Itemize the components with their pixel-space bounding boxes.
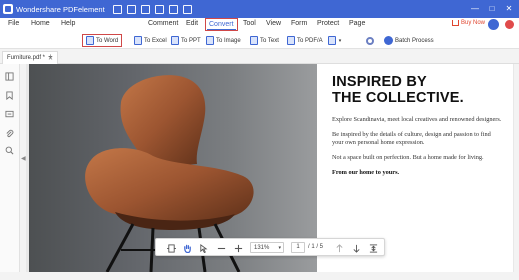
maximize-button[interactable]: □ xyxy=(487,4,497,14)
zoom-level-value: 131% xyxy=(254,244,270,251)
zoom-out-icon[interactable] xyxy=(216,243,226,253)
menu-form[interactable]: Form xyxy=(291,20,307,27)
to-ppt-label: To PPT xyxy=(181,37,201,44)
select-tool-icon[interactable] xyxy=(198,243,208,253)
batch-process-button[interactable]: Batch Process xyxy=(381,34,437,47)
chevron-down-icon[interactable]: ▾ xyxy=(339,38,342,44)
menu-view[interactable]: View xyxy=(266,20,281,27)
menu-edit[interactable]: Edit xyxy=(186,20,198,27)
cart-icon xyxy=(452,20,459,26)
paragraph-1: Explore Scandinavia, meet local creative… xyxy=(332,116,502,123)
paragraph-2: Be inspired by the details of culture, d… xyxy=(332,131,491,146)
share-icon[interactable] xyxy=(154,4,164,14)
search-icon[interactable] xyxy=(5,146,14,155)
app-logo-icon xyxy=(3,4,13,14)
to-pdfa-label: To PDF/A xyxy=(297,37,323,44)
menu-page[interactable]: Page xyxy=(349,20,365,27)
headline-line-1: INSPIRED BY xyxy=(332,74,427,90)
menu-help[interactable]: Help xyxy=(61,20,75,27)
title-bar: Wondershare PDFelement — □ ✕ xyxy=(0,0,519,18)
to-text-button[interactable]: To Text xyxy=(247,34,282,47)
to-word-label: To Word xyxy=(96,37,119,44)
word-icon xyxy=(86,36,94,45)
batch-icon xyxy=(384,36,393,45)
menu-file[interactable]: File xyxy=(8,20,19,27)
more-formats-icon[interactable] xyxy=(327,36,336,45)
app-title: Wondershare PDFelement xyxy=(16,4,105,14)
headline: INSPIRED BY THE COLLECTIVE. xyxy=(332,74,502,106)
text-icon xyxy=(250,36,258,45)
chevron-down-icon: ▾ xyxy=(278,244,281,251)
status-bar xyxy=(0,272,519,280)
headline-line-2: THE COLLECTIVE. xyxy=(332,90,464,106)
zoom-in-icon[interactable] xyxy=(233,243,243,253)
menu-home[interactable]: Home xyxy=(31,20,50,27)
buy-now-button[interactable]: Buy Now xyxy=(452,20,485,26)
excel-icon xyxy=(134,36,142,45)
convert-toolbar: To Word To Excel To PPT To Image To Text… xyxy=(0,32,519,49)
window-controls: — □ ✕ xyxy=(470,4,514,14)
batch-process-label: Batch Process xyxy=(395,37,434,44)
thumbnail-icon[interactable] xyxy=(5,72,14,81)
save-icon[interactable] xyxy=(112,4,122,14)
pdfelement-window: Wondershare PDFelement — □ ✕ File Home H… xyxy=(0,0,519,280)
document-tab-bar: Furniture.pdf * ✕ + xyxy=(0,49,519,64)
minimize-button[interactable]: — xyxy=(470,4,480,14)
hand-tool-icon[interactable] xyxy=(182,243,192,253)
page-number-input[interactable]: 1 xyxy=(291,242,305,253)
undo-icon[interactable] xyxy=(168,4,178,14)
article-text: INSPIRED BY THE COLLECTIVE. Explore Scan… xyxy=(332,74,502,177)
fit-page-icon[interactable] xyxy=(166,243,176,253)
close-button[interactable]: ✕ xyxy=(504,4,514,14)
menu-bar: File Home Help Comment Edit Convert Tool… xyxy=(0,18,519,32)
menu-protect[interactable]: Protect xyxy=(317,20,339,27)
account-avatar[interactable] xyxy=(488,19,499,30)
menu-convert[interactable]: Convert xyxy=(205,18,238,31)
previous-page-icon[interactable] xyxy=(334,243,344,253)
next-page-icon[interactable] xyxy=(351,243,361,253)
collapse-panel-icon[interactable]: ◀ xyxy=(21,155,26,162)
print-icon[interactable] xyxy=(140,4,150,14)
to-text-label: To Text xyxy=(260,37,279,44)
quick-access-toolbar xyxy=(112,4,192,14)
gear-icon[interactable] xyxy=(366,37,374,45)
buy-now-label: Buy Now xyxy=(461,20,486,26)
add-tab-button[interactable]: + xyxy=(48,52,53,61)
document-tab-label: Furniture.pdf * xyxy=(7,55,46,61)
fit-width-icon[interactable] xyxy=(368,243,378,253)
menu-tool[interactable]: Tool xyxy=(243,20,256,27)
bookmark-icon[interactable] xyxy=(5,91,14,100)
ppt-icon xyxy=(171,36,179,45)
to-image-button[interactable]: To Image xyxy=(203,34,244,47)
to-ppt-button[interactable]: To PPT xyxy=(168,34,204,47)
paragraph-3: Not a space built on perfection. But a h… xyxy=(332,154,484,161)
notification-icon[interactable] xyxy=(505,20,514,29)
open-icon[interactable] xyxy=(126,4,136,14)
pdfa-icon xyxy=(287,36,295,45)
to-image-label: To Image xyxy=(216,37,241,44)
zoom-navigation-bar: 131% ▾ 1 / 1 / 5 xyxy=(155,238,385,256)
page-count-label: / 1 / 5 xyxy=(308,244,324,250)
to-word-button[interactable]: To Word xyxy=(82,34,123,47)
to-pdfa-button[interactable]: To PDF/A ▾ xyxy=(284,34,344,47)
zoom-level-select[interactable]: 131% ▾ xyxy=(250,242,284,253)
attachment-icon[interactable] xyxy=(5,129,14,138)
comment-icon[interactable] xyxy=(5,110,14,119)
to-excel-button[interactable]: To Excel xyxy=(131,34,170,47)
redo-icon[interactable] xyxy=(182,4,192,14)
to-excel-label: To Excel xyxy=(144,37,167,44)
paragraph-4: From our home to yours. xyxy=(332,169,400,176)
menu-comment[interactable]: Comment xyxy=(148,20,178,27)
image-icon xyxy=(206,36,214,45)
left-sidebar xyxy=(0,64,20,280)
